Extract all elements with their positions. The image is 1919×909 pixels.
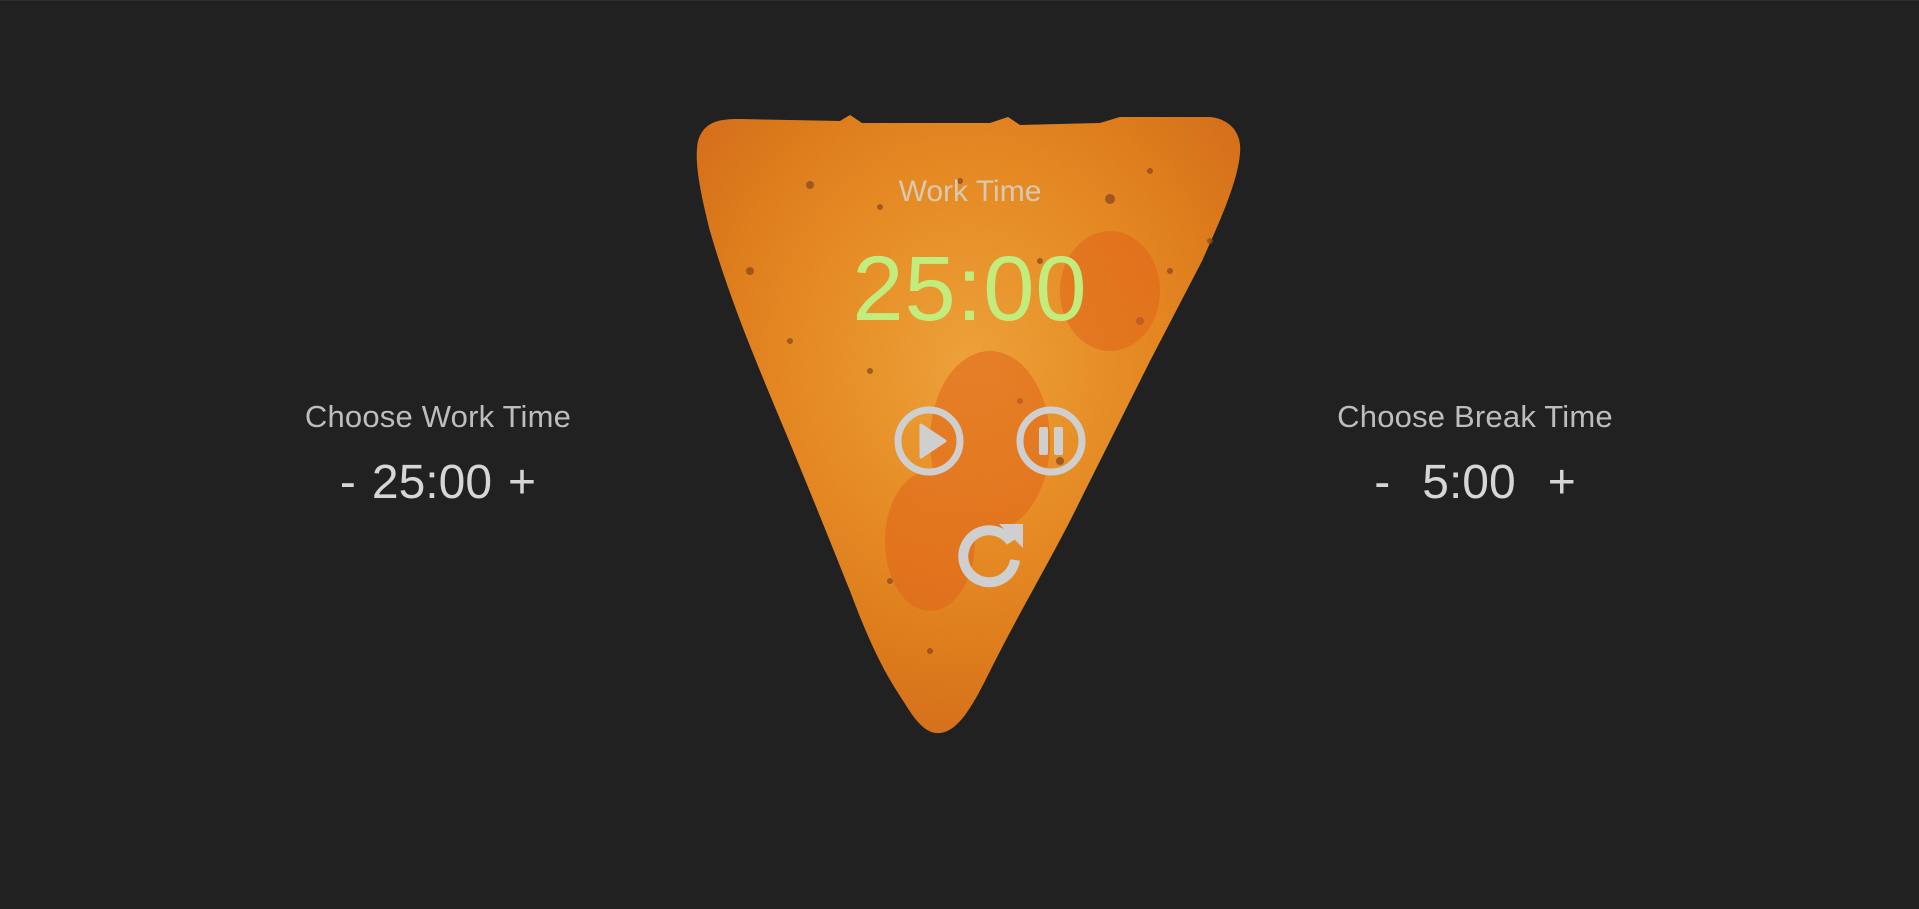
- break-time-increase-button[interactable]: +: [1542, 455, 1582, 511]
- work-time-setting-title: Choose Work Time: [304, 399, 572, 434]
- timer-display: 25:00: [852, 238, 1088, 340]
- work-time-adjuster: - 25:00 +: [228, 455, 648, 511]
- break-time-value: 5:00: [1422, 456, 1516, 509]
- work-time-decrease-button[interactable]: -: [334, 455, 362, 511]
- pause-button[interactable]: [1015, 405, 1087, 477]
- work-time-value: 25:00: [371, 456, 493, 509]
- play-button[interactable]: [893, 405, 965, 477]
- break-time-decrease-button[interactable]: -: [1368, 455, 1396, 511]
- redo-icon: [958, 524, 1023, 588]
- timer-mode-label: Work Time: [898, 175, 1042, 208]
- play-circle-icon: [894, 406, 964, 476]
- reset-button[interactable]: [953, 514, 1029, 590]
- pause-circle-icon: [1016, 406, 1086, 476]
- timer-panel: Work Time 25:00: [690, 111, 1250, 736]
- break-time-setting: Choose Break Time - 5:00 +: [1265, 397, 1685, 511]
- break-time-setting-title: Choose Break Time: [1337, 399, 1613, 434]
- work-time-increase-button[interactable]: +: [502, 455, 542, 511]
- work-time-setting: Choose Work Time - 25:00 +: [228, 397, 648, 511]
- break-time-adjuster: - 5:00 +: [1265, 455, 1685, 511]
- pomodoro-page: Choose Work Time - 25:00 + Work Time 25:…: [0, 0, 1919, 909]
